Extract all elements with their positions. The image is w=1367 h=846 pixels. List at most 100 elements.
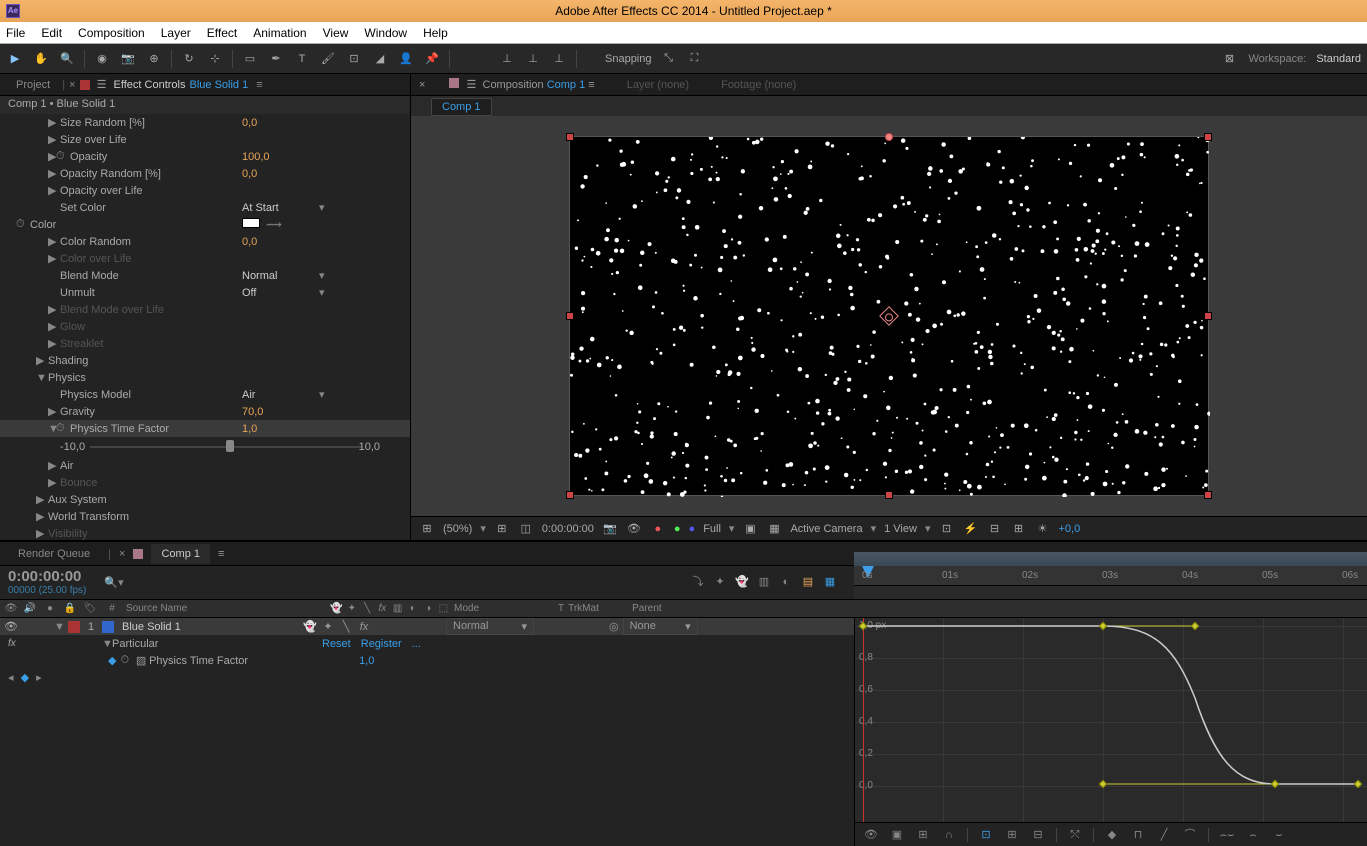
snap-graph-icon[interactable]: ∩ xyxy=(941,827,957,843)
views-label[interactable]: 1 View xyxy=(884,523,917,535)
property-row[interactable]: ▼Physics xyxy=(0,369,410,386)
hand-tool-icon[interactable]: ✋ xyxy=(32,50,50,68)
fit-selection-icon[interactable]: ⊞ xyxy=(1004,827,1020,843)
property-row[interactable]: ▶Streaklet xyxy=(0,335,410,352)
register-link[interactable]: Register xyxy=(361,638,402,650)
local-axis-icon[interactable]: ⊥ xyxy=(498,50,516,68)
layer-twirl-icon[interactable]: ▼ xyxy=(54,621,64,633)
blend-mode-dropdown[interactable]: Normal ▾ xyxy=(446,618,534,635)
handle-br[interactable] xyxy=(1204,491,1212,499)
color-swatch[interactable] xyxy=(242,218,260,228)
pixel-aspect-icon[interactable]: ⊡ xyxy=(938,521,954,537)
property-row[interactable]: ▶Size over Life xyxy=(0,131,410,148)
quality-icon[interactable]: ╲ xyxy=(361,601,374,617)
next-keyframe-icon[interactable]: ▸ xyxy=(36,672,42,684)
eyedropper-icon[interactable]: ⟿ xyxy=(266,219,282,231)
orbit-tool-icon[interactable]: ◉ xyxy=(93,50,111,68)
brush-tool-icon[interactable]: 🖌 xyxy=(319,50,337,68)
timeline-timecode[interactable]: 0:00:00:00 xyxy=(8,568,86,585)
comp-breadcrumb[interactable]: Comp 1 xyxy=(431,98,492,116)
brainstorm-icon[interactable]: ▦ xyxy=(822,574,838,590)
flowchart-icon[interactable]: ⊞ xyxy=(1010,521,1026,537)
menu-layer[interactable]: Layer xyxy=(161,26,191,40)
solo-column-icon[interactable]: ● xyxy=(42,601,58,617)
layer-tab[interactable]: Layer (none) xyxy=(619,76,697,94)
zoom-tool-icon[interactable]: 🔍 xyxy=(58,50,76,68)
twirl-icon[interactable]: ▼ xyxy=(36,372,44,384)
effect-more-link[interactable]: ... xyxy=(412,638,421,650)
puppet-tool-icon[interactable]: 📌 xyxy=(423,50,441,68)
slider-thumb[interactable] xyxy=(226,440,234,452)
footage-tab[interactable]: Footage (none) xyxy=(713,76,804,94)
property-dropdown[interactable]: Off▾ xyxy=(242,286,402,299)
property-dropdown[interactable]: Air▾ xyxy=(242,388,402,401)
timeline-navigator[interactable] xyxy=(854,552,1367,566)
timeline-icon[interactable]: ⊟ xyxy=(986,521,1002,537)
graph-toggle-icon[interactable]: ▨ xyxy=(133,653,149,669)
handle-bm[interactable] xyxy=(885,491,893,499)
handle-ml[interactable] xyxy=(566,312,574,320)
handle-bl[interactable] xyxy=(566,491,574,499)
eye-column-icon[interactable]: 👁 xyxy=(4,601,18,617)
menu-help[interactable]: Help xyxy=(423,26,448,40)
snapping-label[interactable]: Snapping xyxy=(605,53,652,65)
graph-editor[interactable]: 1,0 px 0,8 0,6 0,4 0,2 0,0 xyxy=(854,618,1367,846)
snapshot-icon[interactable]: 📷 xyxy=(602,521,618,537)
panel-menu-icon[interactable]: ≡ xyxy=(256,79,262,91)
pan-tool-icon[interactable]: ⊕ xyxy=(145,50,163,68)
easy-ease-out-icon[interactable]: ⌣ xyxy=(1271,827,1287,843)
reset-exposure-icon[interactable]: ☀ xyxy=(1034,521,1050,537)
composition-view[interactable] xyxy=(569,136,1209,496)
audio-column-icon[interactable]: 🔊 xyxy=(22,601,38,617)
roto-tool-icon[interactable]: 👤 xyxy=(397,50,415,68)
timeline-ruler[interactable]: 0s 01s 02s 03s 04s 05s 06s xyxy=(854,566,1367,586)
motion-blur-icon[interactable]: ◐ xyxy=(778,574,794,590)
twirl-icon[interactable]: ▶ xyxy=(48,116,56,129)
property-dropdown[interactable]: Normal▾ xyxy=(242,269,402,282)
property-row[interactable]: ▶Shading xyxy=(0,352,410,369)
stopwatch-icon[interactable]: ⏱ xyxy=(56,150,66,163)
menu-effect[interactable]: Effect xyxy=(207,26,237,40)
zoom-value[interactable]: (50%) xyxy=(443,523,472,535)
resolution-label[interactable]: Full xyxy=(703,523,721,535)
auto-zoom-icon[interactable]: ⊡ xyxy=(978,827,994,843)
convert-hold-icon[interactable]: ⊓ xyxy=(1130,827,1146,843)
property-row[interactable]: ▶Size Random [%]0,0 xyxy=(0,114,410,131)
twirl-icon[interactable]: ▶ xyxy=(36,493,44,506)
property-value[interactable]: 0,0 xyxy=(242,168,402,180)
menu-file[interactable]: File xyxy=(6,26,25,40)
property-row[interactable]: Physics ModelAir▾ xyxy=(0,386,410,403)
shy-toggle-icon[interactable]: 👻 xyxy=(330,601,343,617)
lock-column-icon[interactable]: 🔒 xyxy=(62,601,78,617)
twirl-icon[interactable]: ▶ xyxy=(48,303,56,316)
twirl-icon[interactable]: ▶ xyxy=(48,184,56,197)
anchor-tool-icon[interactable]: ⊹ xyxy=(206,50,224,68)
comp-mini-flowchart-icon[interactable]: ⤵ xyxy=(690,574,706,590)
property-row[interactable]: ▶Bounce xyxy=(0,474,410,491)
property-row[interactable]: ▼⏱Physics Time Factor1,0 xyxy=(0,420,410,437)
graph-type-icon[interactable]: ▣ xyxy=(889,827,905,843)
twirl-icon[interactable]: ▶ xyxy=(48,476,56,489)
magnify-icon[interactable]: ⊞ xyxy=(419,521,435,537)
separate-dimensions-icon[interactable]: ⤲ xyxy=(1067,827,1083,843)
reset-link[interactable]: Reset xyxy=(322,638,351,650)
twirl-icon[interactable]: ▶ xyxy=(48,150,56,163)
property-row[interactable]: ▶World Transform xyxy=(0,508,410,525)
pen-tool-icon[interactable]: ✒ xyxy=(267,50,285,68)
convert-linear-icon[interactable]: ╱ xyxy=(1156,827,1172,843)
fit-all-icon[interactable]: ⊟ xyxy=(1030,827,1046,843)
property-row[interactable]: ▶Opacity Random [%]0,0 xyxy=(0,165,410,182)
close-comp-tab-icon[interactable]: × xyxy=(419,79,425,91)
composition-tab[interactable]: ☰ Composition Comp 1 ≡ xyxy=(441,74,602,96)
property-value[interactable]: 1,0 xyxy=(359,655,374,667)
property-row[interactable]: ▶Glow xyxy=(0,318,410,335)
adjustment-icon[interactable]: ◑ xyxy=(422,601,435,617)
menu-view[interactable]: View xyxy=(323,26,349,40)
snap-icon[interactable]: ⤡ xyxy=(660,50,678,68)
property-value[interactable]: 0,0 xyxy=(242,236,402,248)
eye-graph-icon[interactable]: 👁 xyxy=(863,827,879,843)
prev-keyframe-icon[interactable]: ◂ xyxy=(8,672,14,684)
world-axis-icon[interactable]: ⊥ xyxy=(524,50,542,68)
property-row[interactable]: ◆ ⏱ ▨ Physics Time Factor 1,0 xyxy=(0,652,854,669)
property-row[interactable]: ▶Color Random0,0 xyxy=(0,233,410,250)
